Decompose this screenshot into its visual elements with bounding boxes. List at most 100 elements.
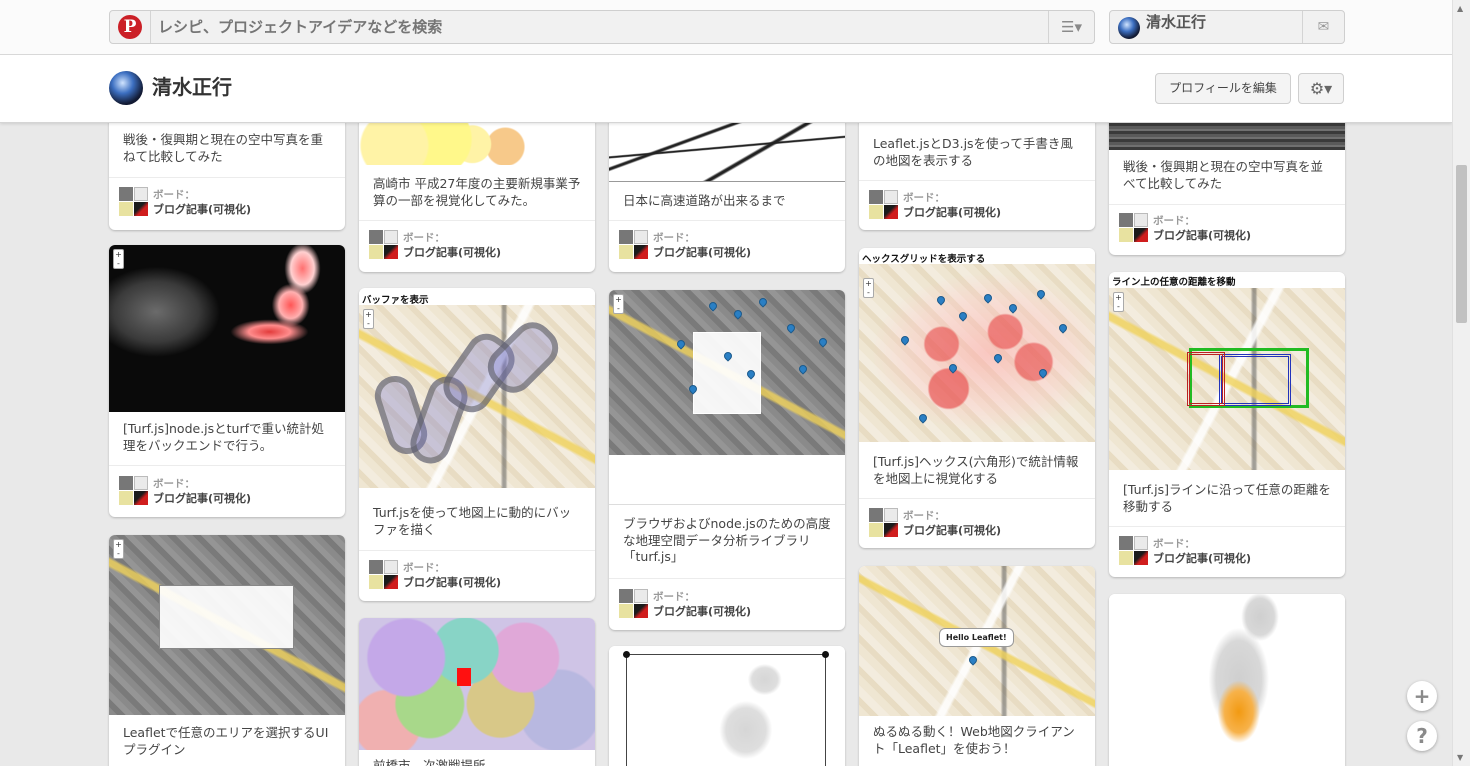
scrollbar-thumb[interactable] — [1456, 165, 1467, 323]
pin-divider — [109, 177, 345, 178]
pin-board-link[interactable]: ボード： ブログ記事(可視化) — [1119, 213, 1335, 243]
vertical-scrollbar[interactable]: ▲ ▼ — [1452, 0, 1470, 766]
board-name[interactable]: ブログ記事(可視化) — [903, 522, 1001, 538]
pin-board-link[interactable]: ボード： ブログ記事(可視化) — [869, 508, 1085, 538]
pin-image-hexgrid[interactable]: + - — [859, 264, 1095, 442]
pin-card[interactable]: Hello Leaflet! ぬるぬる動く！Web地図クライアント「Leafle… — [859, 566, 1095, 766]
board-name[interactable]: ブログ記事(可視化) — [403, 244, 501, 260]
board-thumbnail — [869, 190, 899, 220]
board-name[interactable]: ブログ記事(可視化) — [653, 244, 751, 260]
bounding-box — [626, 654, 826, 766]
map-zoom-control: + - — [613, 294, 624, 314]
user-menu[interactable]: 清水正行 ✉ — [1109, 10, 1345, 44]
map-marker — [1007, 302, 1019, 314]
pin-description[interactable]: Turf.jsを使って地図上に動的にバッファを描く — [373, 505, 583, 538]
edit-profile-button[interactable]: プロフィールを編集 — [1155, 73, 1291, 104]
pin-card[interactable]: + - [Turf.js]node.jsとturfで重い統計処理をバックエンドで行… — [109, 245, 345, 517]
pin-description[interactable]: 高崎市 平成27年度の主要新規事業予算の一部を視覚化してみた。 — [373, 176, 583, 209]
pin-description[interactable]: Leaflet.jsとD3.jsを使って手書き風の地図を表示する — [873, 136, 1083, 169]
pin-image-japan-outline[interactable] — [609, 646, 845, 766]
pin-description[interactable]: Leafletで任意のエリアを選択するUIプラグイン — [123, 725, 333, 758]
pin-board-link[interactable]: ボード： ブログ記事(可視化) — [619, 230, 835, 260]
board-thumbnail — [619, 589, 649, 619]
pin-description[interactable]: 戦後・復興期と現在の空中写真を重ねて比較してみた — [123, 132, 333, 165]
pin-image-japan-choropleth[interactable] — [1109, 594, 1345, 766]
scroll-down-arrow-icon[interactable]: ▼ — [1457, 753, 1463, 762]
pin-image-japan-statistics[interactable]: + - — [109, 245, 345, 412]
profile-avatar[interactable] — [109, 71, 143, 105]
board-name[interactable]: ブログ記事(可視化) — [1153, 550, 1251, 566]
pin-description[interactable]: [Turf.js]ラインに沿って任意の距離を移動する — [1123, 482, 1333, 515]
pin-board-link[interactable]: ボード： ブログ記事(可視化) — [869, 190, 1085, 220]
line-path — [1187, 352, 1225, 406]
top-navigation-bar: P ☰▾ 清水正行 ✉ — [0, 0, 1452, 55]
board-name[interactable]: ブログ記事(可視化) — [153, 490, 251, 506]
pin-description[interactable]: 日本に高速道路が出来るまで — [623, 193, 833, 210]
board-label: ボード： — [903, 192, 945, 204]
board-label: ボード： — [403, 232, 445, 244]
pin-board-link[interactable]: ボード： ブログ記事(可視化) — [369, 560, 585, 590]
pin-divider — [109, 465, 345, 466]
highlighted-region — [457, 668, 471, 686]
pin-board-link[interactable]: ボード： ブログ記事(可視化) — [119, 476, 335, 506]
pinterest-logo-icon[interactable]: P — [118, 15, 142, 39]
pin-card[interactable]: ヘックスグリッドを表示する + - [Turf.js]ヘックス(六角形)で統計情報… — [859, 248, 1095, 548]
board-name[interactable]: ブログ記事(可視化) — [153, 201, 251, 217]
profile-header: 清水正行 プロフィールを編集 ⚙▾ — [0, 55, 1452, 123]
board-label: ボード： — [903, 510, 945, 522]
pin-divider — [1109, 526, 1345, 527]
pin-card[interactable] — [609, 646, 845, 766]
board-label: ボード： — [403, 562, 445, 574]
pin-description[interactable]: [Turf.js]node.jsとturfで重い統計処理をバックエンドで行う。 — [123, 421, 333, 454]
categories-menu-button[interactable]: ☰▾ — [1048, 11, 1094, 43]
pin-board-link[interactable]: ボード： ブログ記事(可視化) — [119, 187, 335, 217]
map-zoom-control: + - — [113, 249, 124, 269]
help-icon: ? — [1416, 724, 1428, 748]
pin-description[interactable]: [Turf.js]ヘックス(六角形)で統計情報を地図上に視覚化する — [873, 454, 1083, 487]
board-name[interactable]: ブログ記事(可視化) — [1153, 227, 1251, 243]
pin-card[interactable]: 前橋市 次激戦提所 — [359, 618, 595, 766]
pin-image-turf-map[interactable]: + - — [609, 290, 845, 455]
board-label: ボード： — [653, 591, 695, 603]
search-input[interactable] — [158, 11, 1038, 43]
scroll-up-arrow-icon[interactable]: ▲ — [1457, 4, 1463, 13]
pin-description[interactable]: ブラウザおよびnode.jsのための高度な地理空間データ分析ライブラリ「turf… — [623, 516, 833, 566]
pin-board-link[interactable]: ボード： ブログ記事(可視化) — [619, 589, 835, 619]
map-marker — [967, 654, 979, 666]
map-zoom-control: + - — [363, 309, 374, 329]
pin-description[interactable]: 前橋市 次激戦提所 — [373, 758, 583, 766]
pin-card[interactable]: ライン上の任意の距離を移動 + - [Turf.js]ラインに沿って任意の距離を移… — [1109, 272, 1345, 577]
pin-image-voronoi[interactable] — [359, 618, 595, 750]
profile-name[interactable]: 清水正行 — [152, 71, 232, 100]
board-label: ボード： — [153, 478, 195, 490]
pin-image-line-distance[interactable]: + - — [1109, 288, 1345, 470]
pin-board-link[interactable]: ボード： ブログ記事(可視化) — [369, 230, 585, 260]
pin-card[interactable] — [1109, 594, 1345, 766]
pin-image-title: ヘックスグリッドを表示する — [859, 251, 1095, 265]
pin-image-buffer-map[interactable]: + - — [359, 305, 595, 488]
settings-button[interactable]: ⚙▾ — [1298, 73, 1344, 104]
add-pin-button[interactable]: + — [1407, 681, 1437, 711]
board-name[interactable]: ブログ記事(可視化) — [403, 574, 501, 590]
board-name[interactable]: ブログ記事(可視化) — [653, 603, 751, 619]
pin-card[interactable]: + - Leafletで任意のエリアを選択するUIプラグイン — [109, 535, 345, 766]
pin-card[interactable]: 高崎市 平成27年度の主要新規事業予算の一部を視覚化してみた。 ボード： ブログ… — [359, 100, 595, 272]
pin-card[interactable]: 日本に高速道路が出来るまで ボード： ブログ記事(可視化) — [609, 100, 845, 272]
pin-card[interactable]: バッファを表示 + - Turf.jsを使って地図上に動的にバッファを描く ボード… — [359, 288, 595, 601]
pin-image-leaflet[interactable]: Hello Leaflet! — [859, 566, 1095, 716]
pin-image-area-select[interactable]: + - — [109, 535, 345, 715]
map-marker — [947, 362, 959, 374]
user-name[interactable]: 清水正行 — [1146, 11, 1206, 32]
notifications-button[interactable]: ✉ — [1302, 11, 1344, 43]
pin-card[interactable]: + - ブラウザおよびnode.jsのための高度な地理空間データ分析ライブラリ「t… — [609, 290, 845, 630]
board-name[interactable]: ブログ記事(可視化) — [903, 204, 1001, 220]
pin-card[interactable]: 戦後・復興期と現在の空中写真を並べて比較してみた ボード： ブログ記事(可視化) — [1109, 100, 1345, 255]
help-button[interactable]: ? — [1407, 721, 1437, 751]
map-marker — [732, 308, 744, 320]
pin-description[interactable]: ぬるぬる動く！Web地図クライアント「Leaflet」を使おう！ — [873, 724, 1083, 757]
board-thumbnail — [869, 508, 899, 538]
map-marker — [1037, 367, 1049, 379]
map-marker — [899, 334, 911, 346]
pin-board-link[interactable]: ボード： ブログ記事(可視化) — [1119, 536, 1335, 566]
pin-description[interactable]: 戦後・復興期と現在の空中写真を並べて比較してみた — [1123, 159, 1333, 192]
